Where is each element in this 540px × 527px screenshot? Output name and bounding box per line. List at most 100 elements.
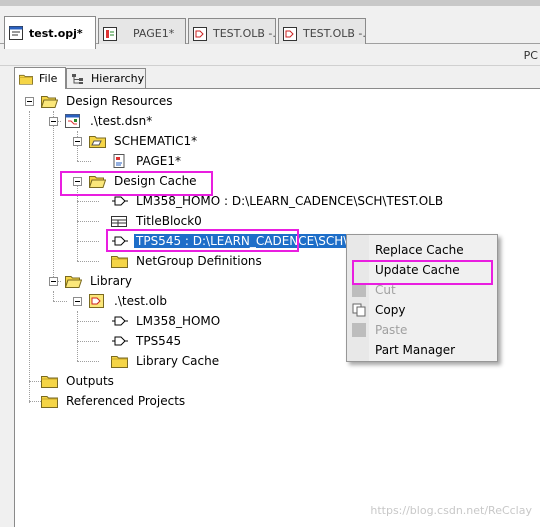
folder-open-icon	[89, 174, 106, 188]
menu-item-part-manager[interactable]: Part Manager	[347, 340, 497, 360]
tree-item-label: Design Cache	[114, 174, 197, 188]
tree-item-library-cache[interactable]: Library Cache	[111, 352, 221, 370]
tree-connector	[77, 241, 99, 242]
tree-item-label: .\test.dsn*	[90, 114, 153, 128]
menu-item-label: Paste	[375, 323, 408, 337]
tree-item-netgroup-definitions[interactable]: NetGroup Definitions	[111, 252, 264, 270]
folder-icon	[41, 394, 58, 408]
menu-item-label: Part Manager	[375, 343, 456, 357]
tab-label: Hierarchy	[91, 72, 145, 85]
menu-item-label: Replace Cache	[375, 243, 464, 257]
tab-label: PAGE1*	[133, 27, 175, 40]
tree-item-label: .\test.olb	[114, 294, 168, 308]
menu-item-update-cache[interactable]: Update Cache	[347, 260, 497, 280]
tree-connector	[77, 161, 91, 162]
tree-item-dsn-file[interactable]: .\test.dsn*	[65, 112, 154, 130]
document-tab-bar: test.opj* PAGE1* TEST.OLB -... TEST.OLB …	[0, 6, 540, 49]
tree-connector	[29, 111, 30, 403]
collapse-toggle[interactable]	[25, 97, 34, 106]
design-file-icon	[65, 114, 82, 128]
tree-item-label: LM358_HOMO : D:\LEARN_CADENCE\SCH\TEST.O…	[136, 194, 444, 208]
part-icon	[111, 234, 128, 248]
folder-icon	[19, 73, 33, 85]
collapse-toggle[interactable]	[73, 137, 82, 146]
tree-connector	[77, 131, 78, 161]
tree-item-label: SCHEMATIC1*	[114, 134, 198, 148]
schematic-page-icon	[111, 154, 128, 168]
tree-connector	[77, 361, 99, 362]
project-icon	[9, 26, 23, 40]
tree-item-lib-lm358[interactable]: LM358_HOMO	[111, 312, 222, 330]
tree-connector	[77, 221, 99, 222]
tab-file[interactable]: File	[14, 67, 66, 89]
tree-connector	[53, 111, 54, 285]
tab-label: test.opj*	[29, 26, 83, 40]
tab-label: TEST.OLB -...	[213, 27, 276, 40]
panel-header-text: PC	[523, 49, 538, 62]
tree-item-label: TPS545	[136, 334, 182, 348]
context-menu: Replace Cache Update Cache Cut Copy Past…	[346, 234, 498, 362]
tree-connector	[53, 301, 67, 302]
tree-item-lib-tps545[interactable]: TPS545	[111, 332, 183, 350]
tab-label: TEST.OLB -...	[303, 27, 366, 40]
tab-label: File	[39, 72, 58, 85]
menu-item-label: Update Cache	[375, 263, 460, 277]
schematic-folder-icon	[89, 134, 106, 148]
tree-item-page1[interactable]: PAGE1*	[111, 152, 183, 170]
collapse-toggle[interactable]	[49, 117, 58, 126]
library-part-icon	[193, 26, 207, 41]
tree-item-olb-file[interactable]: .\test.olb	[89, 292, 169, 310]
tree-item-library[interactable]: Library	[65, 272, 134, 290]
copy-icon	[352, 303, 366, 317]
tree-connector	[77, 341, 99, 342]
collapse-toggle[interactable]	[73, 177, 82, 186]
menu-item-label: Copy	[375, 303, 406, 317]
tree-item-schematic[interactable]: SCHEMATIC1*	[89, 132, 199, 150]
title-block-icon	[111, 214, 128, 228]
collapse-toggle[interactable]	[49, 277, 58, 286]
menu-item-cut: Cut	[347, 280, 497, 300]
hierarchy-icon	[72, 73, 83, 84]
folder-open-icon	[41, 94, 58, 108]
cut-icon	[352, 283, 366, 297]
left-dock-bar	[0, 66, 12, 527]
tree-connector	[77, 185, 78, 261]
tab-hierarchy[interactable]: Hierarchy	[66, 68, 146, 88]
part-icon	[111, 334, 128, 348]
part-icon	[111, 194, 128, 208]
tree-connector	[77, 261, 99, 262]
tree-item-label: LM358_HOMO	[136, 314, 221, 328]
tree-item-label: Library	[90, 274, 132, 288]
tree-item-label: PAGE1*	[136, 154, 181, 168]
collapse-toggle[interactable]	[73, 297, 82, 306]
tree-item-label: Outputs	[66, 374, 114, 388]
tree-item-cache-titleblock[interactable]: TitleBlock0	[111, 212, 204, 230]
menu-item-replace-cache[interactable]: Replace Cache	[347, 240, 497, 260]
schematic-page-icon	[103, 26, 117, 41]
menu-item-copy[interactable]: Copy	[347, 300, 497, 320]
tree-item-referenced-projects[interactable]: Referenced Projects	[41, 392, 187, 410]
folder-icon	[111, 354, 128, 368]
folder-icon	[111, 254, 128, 268]
part-icon	[111, 314, 128, 328]
library-file-icon	[89, 294, 106, 308]
tree-item-outputs[interactable]: Outputs	[41, 372, 116, 390]
tree-item-cache-lm358[interactable]: LM358_HOMO : D:\LEARN_CADENCE\SCH\TEST.O…	[111, 192, 445, 210]
tree-item-label: NetGroup Definitions	[136, 254, 262, 268]
tab-test-opj[interactable]: test.opj*	[4, 16, 96, 49]
tree-item-label: Design Resources	[66, 94, 173, 108]
tree-item-design-cache[interactable]: Design Cache	[89, 172, 199, 190]
menu-item-label: Cut	[375, 283, 396, 297]
tree-item-label: Library Cache	[136, 354, 220, 368]
folder-icon	[41, 374, 58, 388]
tree-item-label: TitleBlock0	[136, 214, 202, 228]
watermark: https://blog.csdn.net/ReCclay	[370, 504, 532, 517]
folder-open-icon	[65, 274, 82, 288]
tree-item-label: Referenced Projects	[66, 394, 186, 408]
tree-connector	[77, 321, 99, 322]
menu-item-paste: Paste	[347, 320, 497, 340]
tree-connector	[77, 311, 78, 361]
paste-icon	[352, 323, 366, 337]
tree-item-design-resources[interactable]: Design Resources	[41, 92, 175, 110]
tree-connector	[53, 291, 54, 301]
